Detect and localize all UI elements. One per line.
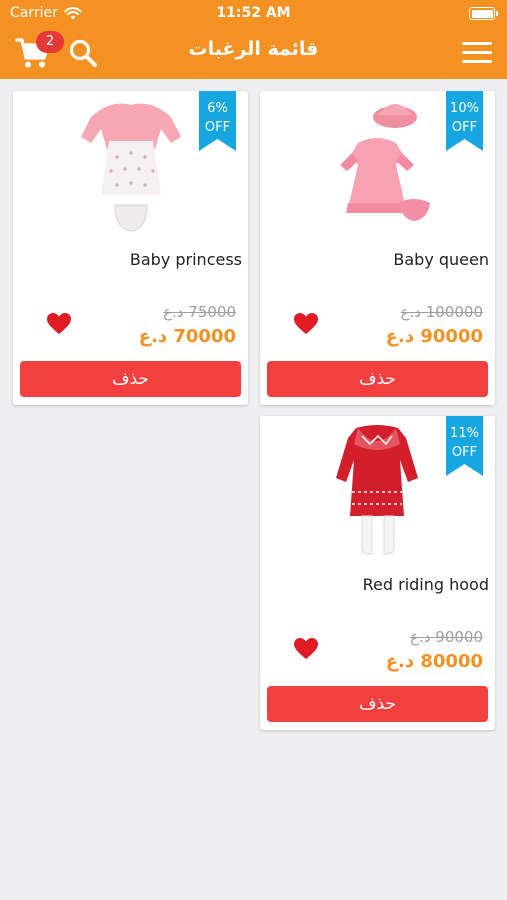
menu-button[interactable] bbox=[462, 40, 492, 64]
new-price: 90000 د.ع bbox=[385, 326, 483, 347]
discount-ribbon: 6% OFF bbox=[199, 91, 236, 151]
old-price: 75000 د.ع bbox=[163, 303, 236, 321]
menu-icon bbox=[462, 42, 492, 63]
app-header: Carrier 11:52 AM 2 قائمة الرغبات bbox=[0, 0, 507, 79]
product-card[interactable]: 11% OFF Red riding hood 90000 د.ع 80000 … bbox=[260, 416, 495, 730]
heart-icon[interactable] bbox=[293, 312, 319, 336]
product-name: Baby princess bbox=[129, 250, 242, 269]
product-name: Red riding hood bbox=[362, 575, 489, 594]
discount-percent: 10% bbox=[450, 101, 479, 116]
battery-icon bbox=[469, 7, 498, 20]
delete-button[interactable]: حذف bbox=[267, 686, 488, 722]
old-price: 90000 د.ع bbox=[410, 628, 483, 646]
discount-ribbon: 11% OFF bbox=[446, 416, 483, 476]
discount-percent: 6% bbox=[207, 101, 228, 116]
new-price: 80000 د.ع bbox=[385, 651, 483, 672]
discount-off-label: OFF bbox=[204, 120, 231, 135]
pink-dress-image bbox=[340, 104, 430, 221]
product-card[interactable]: 6% OFF Baby princess 75000 د.ع 70000 د.ع… bbox=[13, 91, 248, 405]
discount-off-label: OFF bbox=[451, 120, 478, 135]
new-price: 70000 د.ع bbox=[138, 326, 236, 347]
white-dress-image bbox=[81, 103, 181, 232]
status-time: 11:52 AM bbox=[216, 5, 291, 21]
page-title: قائمة الرغبات bbox=[188, 38, 319, 60]
discount-off-label: OFF bbox=[451, 445, 478, 460]
product-name: Baby queen bbox=[393, 250, 489, 269]
delete-button[interactable]: حذف bbox=[20, 361, 241, 397]
heart-icon[interactable] bbox=[293, 637, 319, 661]
product-card[interactable]: 10% OFF Baby queen 100000 د.ع 90000 د.ع … bbox=[260, 91, 495, 405]
discount-ribbon: 10% OFF bbox=[446, 91, 483, 151]
status-bar: Carrier 11:52 AM bbox=[0, 0, 507, 28]
discount-percent: 11% bbox=[450, 426, 479, 441]
heart-icon[interactable] bbox=[46, 312, 72, 336]
old-price: 100000 د.ع bbox=[400, 303, 483, 321]
delete-button[interactable]: حذف bbox=[267, 361, 488, 397]
red-sweater-dress-image bbox=[336, 425, 418, 555]
